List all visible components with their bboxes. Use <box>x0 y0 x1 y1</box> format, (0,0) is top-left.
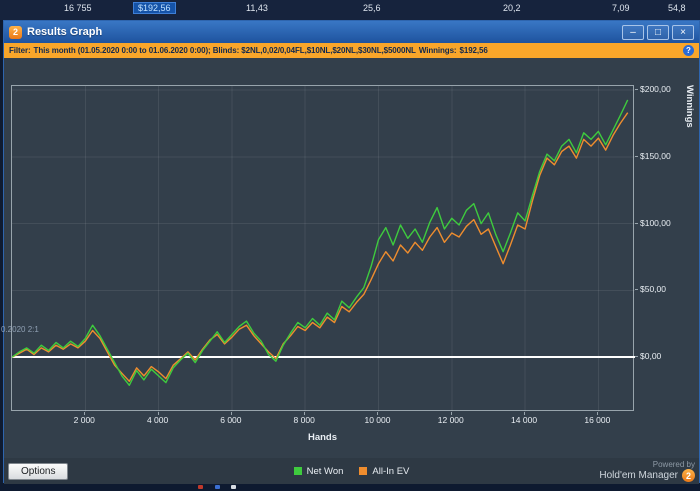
legend-swatch-icon <box>293 467 302 475</box>
y-tick-mark <box>635 289 638 291</box>
x-tick-mark <box>230 412 232 415</box>
x-tick-label: 14 000 <box>511 415 538 425</box>
winnings-label: Winnings: <box>418 46 457 55</box>
y-tick-label: $0,00 <box>640 351 662 362</box>
background-bottom-strip <box>0 483 700 491</box>
background-fragment <box>198 485 203 489</box>
y-tick-mark <box>635 155 638 157</box>
x-axis-title: Hands <box>307 432 338 443</box>
x-tick-label: 6 000 <box>220 415 242 425</box>
holdem-manager-logo-icon: 2 <box>682 469 695 482</box>
y-axis-title: Winnings <box>684 85 695 128</box>
plot-area[interactable] <box>11 85 635 412</box>
legend-item: Net Won <box>293 465 344 477</box>
all-in-ev-line <box>12 112 629 382</box>
y-tick-label: $50,00 <box>640 284 666 295</box>
x-tick-mark <box>524 412 526 415</box>
background-fragment <box>231 485 236 489</box>
y-tick-mark <box>635 89 638 90</box>
filter-value: This month (01.05.2020 0:00 to 01.06.202… <box>33 46 416 55</box>
legend-swatch-icon <box>359 467 368 475</box>
y-tick-label: $100,00 <box>640 217 671 228</box>
x-tick-label: 12 000 <box>437 415 464 425</box>
legend-label: All-In EV <box>372 465 410 477</box>
winnings-value: $192,56 <box>459 46 488 55</box>
window-titlebar[interactable]: 2 Results Graph – □ × <box>4 21 699 43</box>
x-tick-mark <box>377 412 379 415</box>
background-artifact-text: 0.2020 2:1 <box>1 325 39 334</box>
minimize-button[interactable]: – <box>622 24 644 40</box>
chart-legend: Net Won All-In EV <box>4 466 699 477</box>
powered-by-text: Powered by <box>652 460 695 469</box>
background-stats-row: 16 755 $192,56 11,43 25,6 20,2 7,09 54,8 <box>0 0 700 20</box>
x-tick-label: 16 000 <box>584 415 611 425</box>
net-won-line <box>12 99 629 386</box>
hm2-logo-icon: 2 <box>9 25 22 39</box>
y-tick-label: $200,00 <box>640 84 671 94</box>
window-bottom-bar: Options Net Won All-In EV Powered by Hold… <box>4 458 699 484</box>
legend-label: Net Won <box>306 465 344 477</box>
stats-cell[interactable]: 54,8 <box>668 3 686 13</box>
x-tick-label: 4 000 <box>146 415 169 425</box>
x-tick-mark <box>84 412 86 415</box>
holdem-manager-text: Hold'em Manager <box>599 470 678 481</box>
x-tick-mark <box>157 412 159 415</box>
legend-item: All-In EV <box>359 466 409 477</box>
stats-cell[interactable]: 11,43 <box>246 3 268 13</box>
stats-cell[interactable]: $192,56 <box>133 2 176 14</box>
filter-bar: Filter: This month (01.05.2020 0:00 to 0… <box>4 43 699 58</box>
y-tick-label: $150,00 <box>640 150 671 161</box>
window-title: Results Graph <box>27 26 103 38</box>
x-tick-label: 10 000 <box>364 415 391 425</box>
y-tick-mark <box>635 222 638 224</box>
x-tick-label: 8 000 <box>293 415 315 425</box>
results-graph-window: 2 Results Graph – □ × Filter: This month… <box>3 20 700 484</box>
filter-label: Filter: <box>9 46 31 55</box>
options-button[interactable]: Options <box>8 462 69 480</box>
x-tick-label: 2 000 <box>73 415 95 425</box>
stats-cell[interactable]: 7,09 <box>612 3 630 13</box>
x-tick-mark <box>304 412 306 415</box>
stats-cell[interactable]: 20,2 <box>503 3 521 13</box>
close-button[interactable]: × <box>672 24 694 40</box>
background-fragment <box>215 485 220 489</box>
x-tick-mark <box>450 412 452 415</box>
results-graph-plot[interactable] <box>12 86 635 412</box>
help-icon[interactable]: ? <box>683 45 694 56</box>
window-controls: – □ × <box>622 24 694 40</box>
stats-cell[interactable]: 16 755 <box>64 3 92 13</box>
chart-panel: Hands Winnings 2 000 4 000 6 000 8 000 10 00… <box>4 58 699 458</box>
y-tick-mark <box>635 356 638 358</box>
powered-by: Powered by Hold'em Manager 2 <box>599 460 695 482</box>
x-tick-mark <box>597 412 599 415</box>
stats-cell[interactable]: 25,6 <box>363 3 381 13</box>
maximize-button[interactable]: □ <box>647 24 669 40</box>
